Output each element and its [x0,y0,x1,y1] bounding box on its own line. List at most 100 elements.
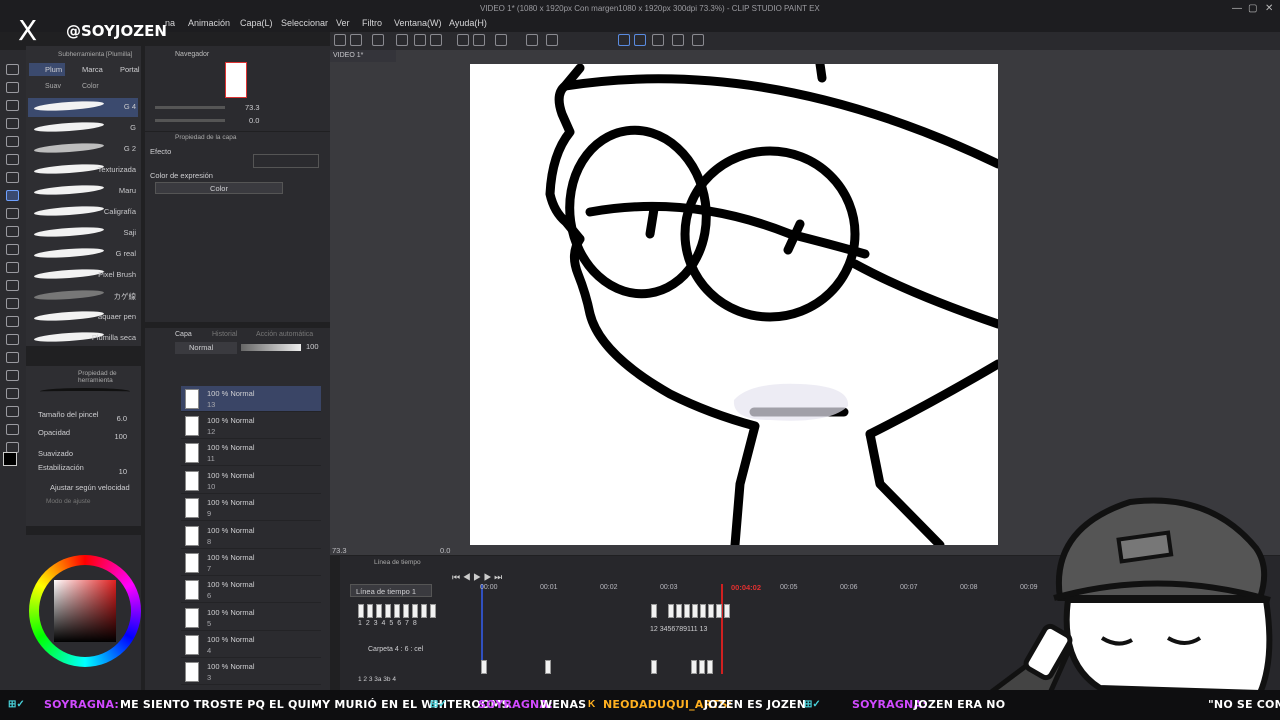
document-tab[interactable]: VIDEO 1* [330,50,396,62]
layer-row[interactable]: 100 % Normal 9 [181,495,321,521]
folder-cel[interactable] [691,660,697,674]
tab-timeline[interactable]: Línea de tiempo [374,559,421,566]
brush-item[interactable]: Caligrafía [28,203,138,222]
folder-cel[interactable] [481,660,487,674]
timeline-cel[interactable] [430,604,436,618]
brush-tool-icon[interactable] [6,226,19,237]
tab-auto-action[interactable]: Acción automática [256,331,313,338]
timeline-cel[interactable] [358,604,364,618]
brush-item[interactable]: Plumilla seca [28,329,138,348]
paste-icon[interactable] [430,34,442,46]
speed-checkbox-label[interactable]: Ajustar según velocidad [50,483,130,492]
timeline-cel[interactable] [376,604,382,618]
folder-cel[interactable] [545,660,551,674]
figure-tool-icon[interactable] [6,352,19,363]
timeline-cel[interactable] [676,604,682,618]
layer-row[interactable]: 100 % Normal 4 [181,632,321,658]
saturation-square[interactable] [54,580,116,642]
brush-item[interactable]: G 4 [28,98,138,117]
open-icon[interactable] [372,34,384,46]
timeline-cel[interactable] [412,604,418,618]
opacity-slider[interactable] [241,344,301,351]
loading-icon[interactable] [495,34,507,46]
layer-row[interactable]: 100 % Normal 6 [181,577,321,603]
frame-tool-icon[interactable] [6,370,19,381]
layer-row[interactable]: 100 % Normal 11 [181,440,321,466]
layer-row[interactable]: 100 % Normal 12 [181,413,321,439]
undo-icon[interactable] [457,34,469,46]
timeline-cel[interactable] [421,604,427,618]
tab-pen[interactable]: Plum [29,63,65,76]
timeline-cel[interactable] [385,604,391,618]
brush-item[interactable]: カゲ線 [28,287,138,306]
playhead[interactable] [721,584,723,674]
settings-icon[interactable] [692,34,704,46]
device-icon[interactable] [672,34,684,46]
tab-history[interactable]: Historial [212,331,237,338]
gradient-tool-icon[interactable] [6,334,19,345]
redo-icon[interactable] [473,34,485,46]
menu-item-filter[interactable]: Filtro [362,18,382,28]
tool-opacity-value[interactable]: 100 [114,432,127,441]
menu-item-select[interactable]: Seleccionar [281,18,328,28]
brush-item[interactable]: Saji [28,224,138,243]
expression-color-select[interactable]: Color [155,182,283,194]
zoom-slider[interactable] [155,106,225,109]
snap-ruler-icon[interactable] [618,34,630,46]
move-layer-tool-icon[interactable] [6,118,19,129]
layer-row[interactable]: 100 % Normal 5 [181,605,321,631]
tab-layer[interactable]: Capa [175,331,192,338]
ruler-tool-icon[interactable] [6,388,19,399]
snap-special-icon[interactable] [634,34,646,46]
playback-controls[interactable]: ⏮ ◀ ▶ ▶ ⏭ [452,572,502,583]
menu-item-view[interactable]: Ver [336,18,350,28]
menu-icon[interactable] [334,34,346,46]
blend-tool-icon[interactable] [6,298,19,309]
minimize-icon[interactable]: — [1232,3,1242,14]
selection-tool-icon[interactable] [6,136,19,147]
tab-navigator[interactable]: Navegador [175,51,209,58]
airbrush-tool-icon[interactable] [6,244,19,255]
decoration-tool-icon[interactable] [6,262,19,273]
brush-size-value[interactable]: 6.0 [117,414,127,423]
folder-cel[interactable] [651,660,657,674]
blend-mode-select[interactable]: Normal [175,342,237,354]
move-tool-icon[interactable] [6,82,19,93]
brush-item[interactable]: G [28,119,138,138]
menu-item-animation[interactable]: Animación [188,18,230,28]
layer-row[interactable]: 100 % Normal 13 [181,386,321,412]
layer-row[interactable]: 100 % Normal 7 [181,550,321,576]
timeline-cel[interactable] [403,604,409,618]
timeline-cel[interactable] [367,604,373,618]
tab-marker[interactable]: Marca [82,65,103,74]
timeline-cel[interactable] [668,604,674,618]
snap-grid-icon[interactable] [652,34,664,46]
eraser-tool-icon[interactable] [6,280,19,291]
eyedropper-tool-icon[interactable] [6,172,19,183]
brush-item[interactable]: Maru [28,182,138,201]
folder-label[interactable]: Carpeta 4 : 6 : cel [368,646,423,653]
menu-item-window[interactable]: Ventana(W) [394,18,442,28]
brush-item[interactable]: Texturizada [28,161,138,180]
layer-row[interactable]: 100 % Normal 10 [181,468,321,494]
timeline-select[interactable]: Línea de tiempo 1 [350,584,432,597]
copy-icon[interactable] [414,34,426,46]
timeline-cel[interactable] [651,604,657,618]
tab-tool-property[interactable]: Propiedad de herramienta [78,370,141,384]
navigator-preview[interactable] [225,62,247,98]
timeline-cel[interactable] [716,604,722,618]
save-icon[interactable] [396,34,408,46]
pen-tool-icon[interactable] [6,190,19,201]
folder-cel[interactable] [707,660,713,674]
timeline-cel[interactable] [700,604,706,618]
stabilization-value[interactable]: 10 [119,467,127,476]
auto-select-tool-icon[interactable] [6,154,19,165]
canvas-angle-readout[interactable]: 0.0 [440,546,450,555]
pencil-tool-icon[interactable] [6,208,19,219]
tab-layer-property[interactable]: Propiedad de la capa [175,134,236,141]
layer-row[interactable]: 100 % Normal 8 [181,523,321,549]
timeline-cel[interactable] [692,604,698,618]
drawing-canvas[interactable] [470,64,998,545]
brush-item[interactable]: G 2 [28,140,138,159]
effect-buttons[interactable] [253,154,319,168]
